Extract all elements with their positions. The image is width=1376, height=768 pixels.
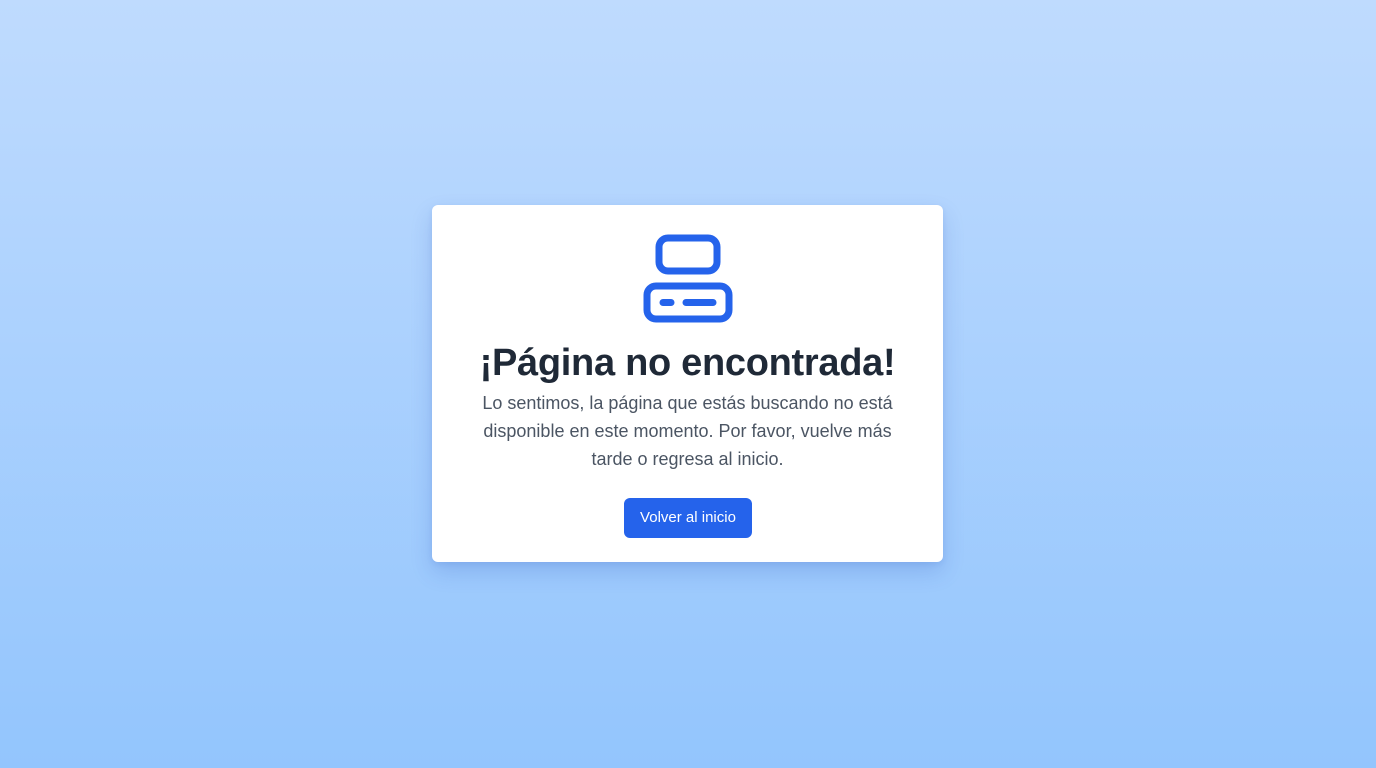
error-card: ¡Página no encontrada! Lo sentimos, la p… (432, 205, 943, 562)
server-icon (432, 233, 943, 323)
error-message: Lo sentimos, la página que estás buscand… (482, 393, 893, 469)
back-home-button[interactable]: Volver al inicio (624, 498, 752, 538)
page-title: ¡Página no encontrada! (479, 342, 896, 384)
